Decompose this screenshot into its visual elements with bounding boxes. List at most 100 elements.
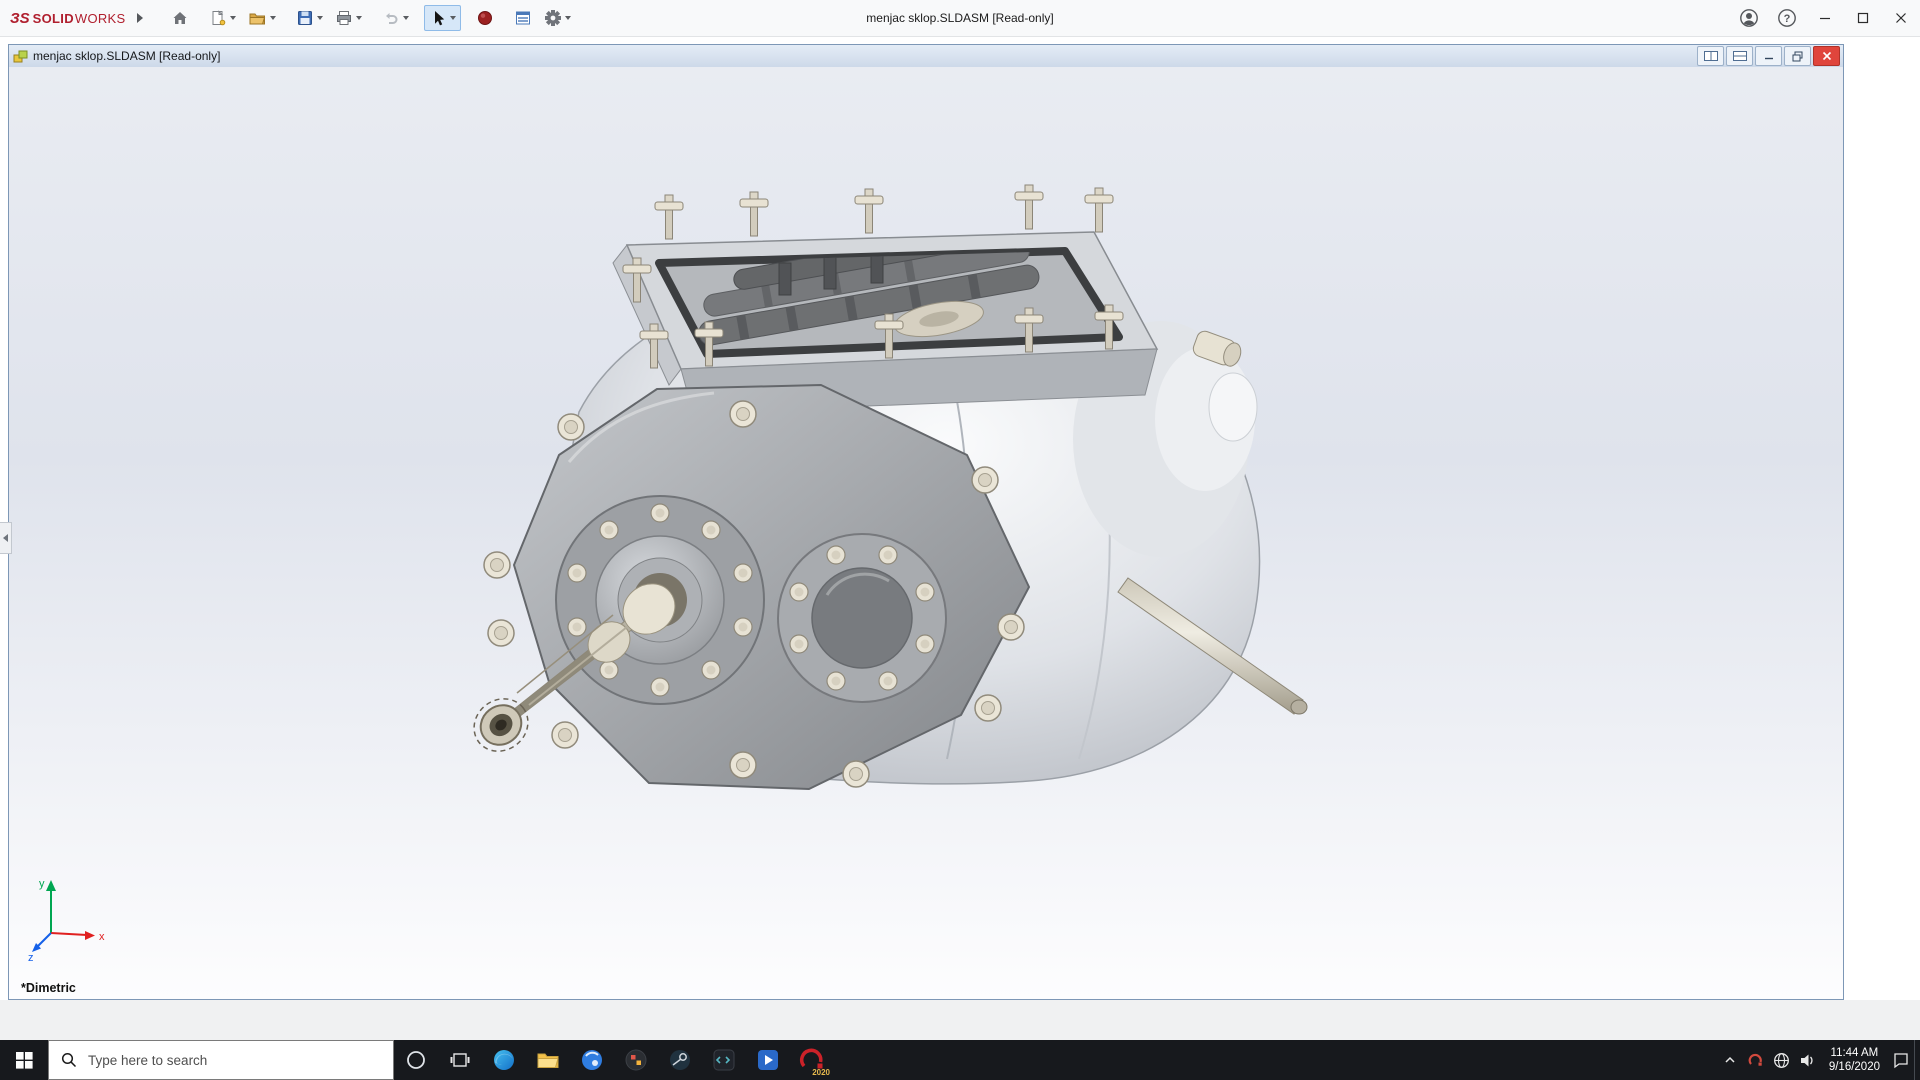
assembly-document-icon [13, 49, 28, 64]
new-document-button[interactable] [204, 5, 241, 31]
network-globe-icon [1773, 1052, 1790, 1069]
quick-access-toolbar [166, 0, 576, 36]
doc-restore-button[interactable] [1784, 46, 1811, 66]
tile-vertical-icon [1704, 51, 1718, 61]
orientation-triad[interactable]: y x z [27, 871, 111, 961]
clock-time: 11:44 AM [1829, 1046, 1880, 1060]
dropdown-caret-icon[interactable] [270, 16, 276, 20]
dropdown-caret-icon[interactable] [317, 16, 323, 20]
tray-solidworks-monitor[interactable] [1743, 1040, 1769, 1080]
action-center-button[interactable] [1888, 1040, 1914, 1080]
file-explorer-icon [536, 1048, 560, 1072]
open-button[interactable] [243, 5, 281, 31]
app-window-title: menjac sklop.SLDASM [Read-only] [866, 0, 1053, 36]
account-button[interactable] [1730, 0, 1768, 36]
file-explorer-button[interactable] [526, 1040, 570, 1080]
edge-button[interactable] [482, 1040, 526, 1080]
brand-solid: SOLID [33, 11, 74, 26]
code-editor-icon [712, 1048, 736, 1072]
undo-button[interactable] [377, 5, 414, 31]
select-arrow-icon [429, 9, 447, 27]
browser-button[interactable] [570, 1040, 614, 1080]
start-button[interactable] [0, 1040, 48, 1080]
print-icon [335, 9, 353, 27]
triad-x-label: x [99, 931, 105, 943]
save-icon [296, 9, 314, 27]
dropdown-caret-icon[interactable] [403, 16, 409, 20]
doc-close-icon [1822, 51, 1832, 61]
doc-minimize-button[interactable] [1755, 46, 1782, 66]
gearbox-model[interactable] [9, 67, 1843, 999]
steam-button[interactable] [658, 1040, 702, 1080]
maximize-icon [1857, 12, 1869, 24]
taskbar-search-box[interactable] [48, 1040, 394, 1080]
doc-close-button[interactable] [1813, 46, 1840, 66]
panel-expander[interactable] [0, 522, 12, 554]
document-titlebar[interactable]: menjac sklop.SLDASM [Read-only] [9, 45, 1843, 68]
taskbar-spacer [834, 1040, 1717, 1080]
show-desktop-button[interactable] [1914, 1040, 1920, 1080]
system-tray: 11:44 AM 9/16/2020 [1717, 1040, 1920, 1080]
app-titlebar: ЗS SOLID WORKS [0, 0, 1920, 37]
help-button[interactable]: ? [1768, 0, 1806, 36]
new-document-icon [209, 9, 227, 27]
graphics-viewport[interactable]: y x z *Dimetric [9, 67, 1843, 999]
red-sphere-icon [476, 9, 494, 27]
print-button[interactable] [330, 5, 367, 31]
file-properties-icon [514, 9, 532, 27]
tray-overflow-button[interactable] [1717, 1040, 1743, 1080]
network-button[interactable] [1769, 1040, 1795, 1080]
chevron-up-icon [1722, 1052, 1738, 1068]
minimize-icon [1819, 12, 1831, 24]
options-button[interactable] [539, 5, 576, 31]
close-icon [1895, 12, 1907, 24]
code-editor-button[interactable] [702, 1040, 746, 1080]
media-app-icon [756, 1048, 780, 1072]
maximize-button[interactable] [1844, 0, 1882, 36]
select-tool-button[interactable] [424, 5, 461, 31]
solidworks-tray-icon [1748, 1053, 1763, 1068]
file-properties-button[interactable] [509, 5, 537, 31]
close-button[interactable] [1882, 0, 1920, 36]
dassault-logo-icon: ЗS [10, 10, 30, 27]
menu-expand-arrow-icon[interactable] [137, 13, 143, 23]
task-view-button[interactable] [438, 1040, 482, 1080]
chevron-left-icon [3, 534, 8, 542]
cortana-button[interactable] [394, 1040, 438, 1080]
threedexperience-button[interactable] [471, 5, 499, 31]
view-orientation-label: *Dimetric [21, 981, 76, 995]
solidworks-taskbar-button[interactable]: 2020 [790, 1040, 834, 1080]
doc-restore-icon [1792, 51, 1803, 62]
side-cover[interactable] [778, 534, 946, 702]
dropdown-caret-icon[interactable] [450, 16, 456, 20]
steam-icon [668, 1048, 692, 1072]
top-cover-opening[interactable] [613, 185, 1157, 413]
tile-vertical-button[interactable] [1697, 46, 1724, 66]
document-window: menjac sklop.SLDASM [Read-only] [8, 44, 1844, 1000]
svg-text:?: ? [1784, 13, 1791, 25]
home-button[interactable] [166, 5, 194, 31]
triad-y-label: y [39, 878, 45, 890]
dropdown-caret-icon[interactable] [356, 16, 362, 20]
titlebar-right-controls: ? [1730, 0, 1920, 36]
status-bar [0, 1000, 1920, 1040]
search-icon [61, 1052, 77, 1068]
cortana-icon [405, 1049, 427, 1071]
document-window-controls [1697, 46, 1840, 66]
dropdown-caret-icon[interactable] [230, 16, 236, 20]
photos-app-button[interactable] [614, 1040, 658, 1080]
speaker-icon [1799, 1052, 1816, 1069]
taskbar-clock[interactable]: 11:44 AM 9/16/2020 [1821, 1046, 1888, 1074]
volume-button[interactable] [1795, 1040, 1821, 1080]
solidworks-year-badge: 2020 [812, 1068, 830, 1077]
save-button[interactable] [291, 5, 328, 31]
document-title: menjac sklop.SLDASM [Read-only] [33, 49, 220, 63]
tile-horizontal-button[interactable] [1726, 46, 1753, 66]
windows-logo-icon [16, 1052, 33, 1069]
dropdown-caret-icon[interactable] [565, 16, 571, 20]
photos-app-icon [624, 1048, 648, 1072]
media-app-button[interactable] [746, 1040, 790, 1080]
minimize-button[interactable] [1806, 0, 1844, 36]
clock-date: 9/16/2020 [1829, 1060, 1880, 1074]
search-input[interactable] [86, 1052, 370, 1069]
